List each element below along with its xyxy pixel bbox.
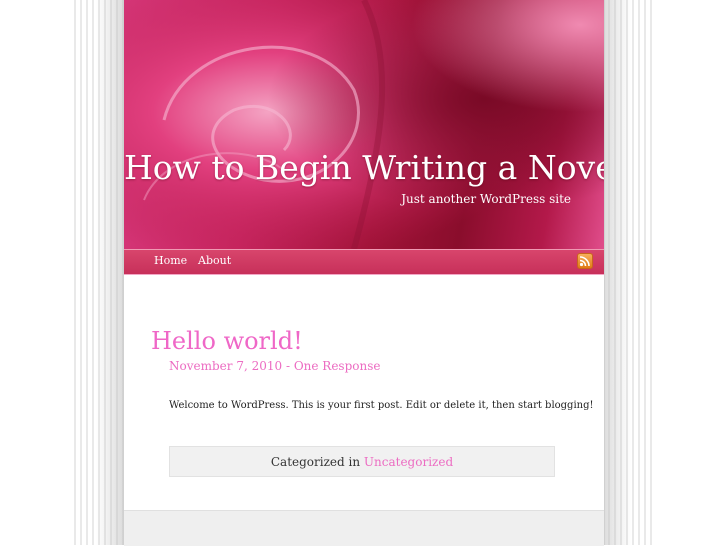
category-link[interactable]: Uncategorized: [364, 455, 453, 469]
site-title[interactable]: How to Begin Writing a Novel: [124, 148, 604, 187]
nav-item-about[interactable]: About: [198, 254, 231, 267]
post-content: Welcome to WordPress. This is your first…: [169, 400, 594, 411]
rose-header-image: [124, 0, 604, 249]
footer-strip: [124, 510, 604, 546]
categorized-label: Categorized in: [270, 455, 364, 469]
post-categories: Categorized in Uncategorized: [169, 446, 555, 477]
post-date[interactable]: November 7, 2010: [169, 359, 282, 373]
rss-feed-icon[interactable]: [577, 253, 593, 269]
meta-separator: -: [282, 359, 294, 373]
site-description: Just another WordPress site: [401, 192, 571, 206]
main-navigation: Home About: [124, 249, 604, 275]
post-meta: November 7, 2010 - One Response: [169, 359, 380, 373]
page-shadow-left: [96, 0, 124, 545]
post-title[interactable]: Hello world!: [151, 327, 303, 355]
nav-item-home[interactable]: Home: [154, 254, 187, 267]
header-banner: How to Begin Writing a Novel Just anothe…: [124, 0, 604, 249]
comments-link[interactable]: One Response: [294, 359, 381, 373]
page-container: How to Begin Writing a Novel Just anothe…: [123, 0, 605, 546]
page-shadow-right: [603, 0, 631, 545]
